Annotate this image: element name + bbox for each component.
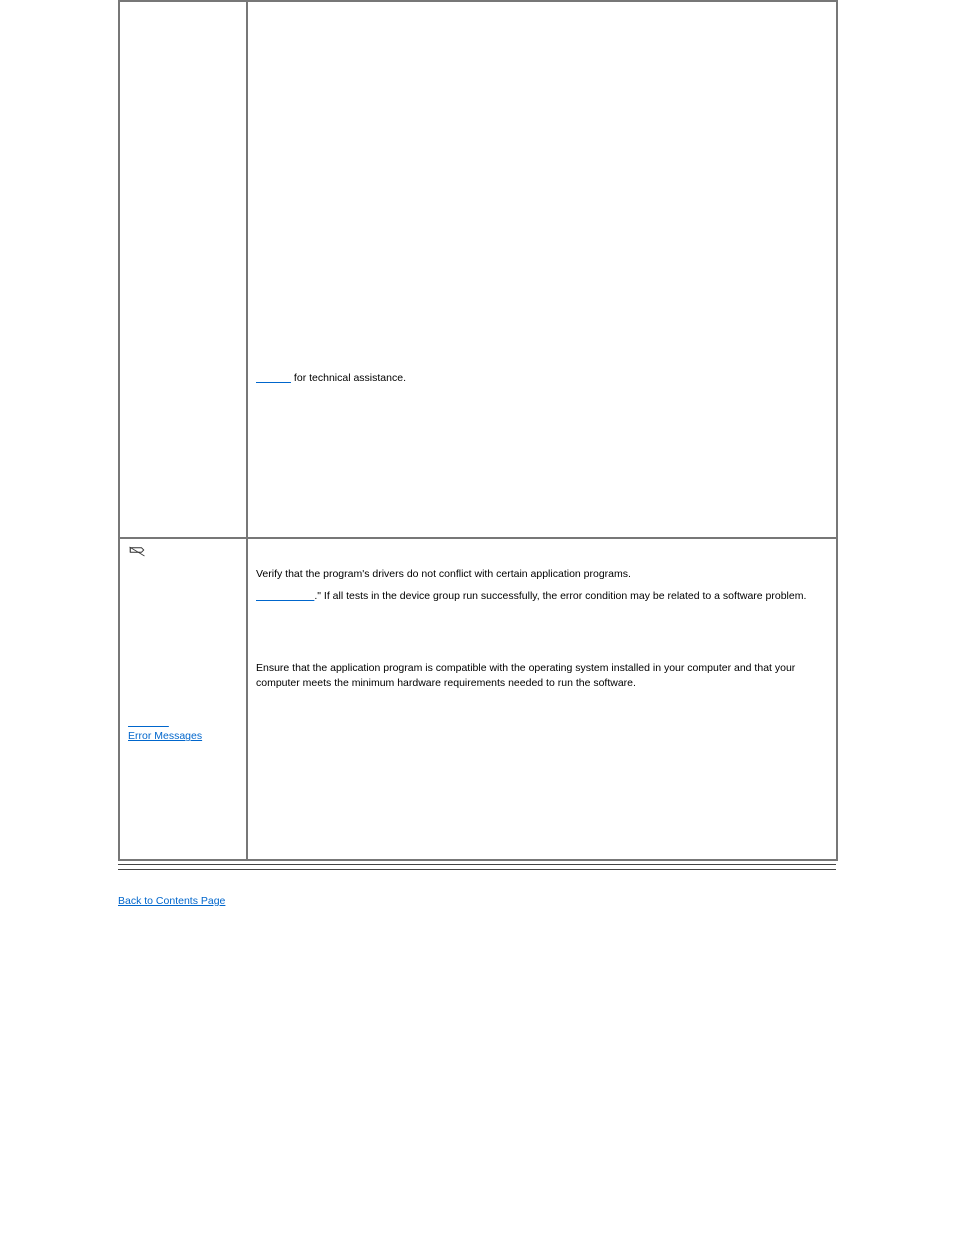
row1-assist-suffix: for technical assistance. [291,372,406,384]
error-messages-link[interactable]: Error Messages [128,730,202,742]
drivers-paragraph: Verify that the program's drivers do not… [256,567,828,581]
back-to-contents[interactable]: Back to Contents Page [118,894,225,908]
row2-left-spacer [128,565,238,715]
section-divider [118,864,836,870]
compatibility-paragraph: Ensure that the application program is c… [256,661,828,689]
back-to-contents-link[interactable]: Back to Contents Page [118,895,225,907]
troubleshooting-table: for technical assistance. Err [118,0,838,861]
compatibility-text: Ensure that the application program is c… [256,662,795,688]
row2-top-spacer [256,545,828,567]
row2-mid-spacer [256,611,828,661]
row2-right-cell: Verify that the program's drivers do not… [247,538,837,860]
drivers-text: Verify that the program's drivers do not… [256,568,631,580]
see-also-label [128,715,238,729]
row1-assist-line: for technical assistance. [256,371,828,385]
dell-diagnostics-link[interactable] [256,590,314,602]
pencil-icon [128,545,146,565]
see-also-underline [128,716,169,728]
row1-left-cell [119,1,247,538]
row1-spacer [256,16,828,371]
row1-assist-link[interactable] [256,372,291,384]
diagnostics-paragraph: ." If all tests in the device group run … [256,589,828,603]
row1-right-cell: for technical assistance. [247,1,837,538]
row2-left-cell: Error Messages [119,538,247,860]
page: for technical assistance. Err [0,0,954,1235]
diagnostics-suffix: ." If all tests in the device group run … [314,590,806,602]
